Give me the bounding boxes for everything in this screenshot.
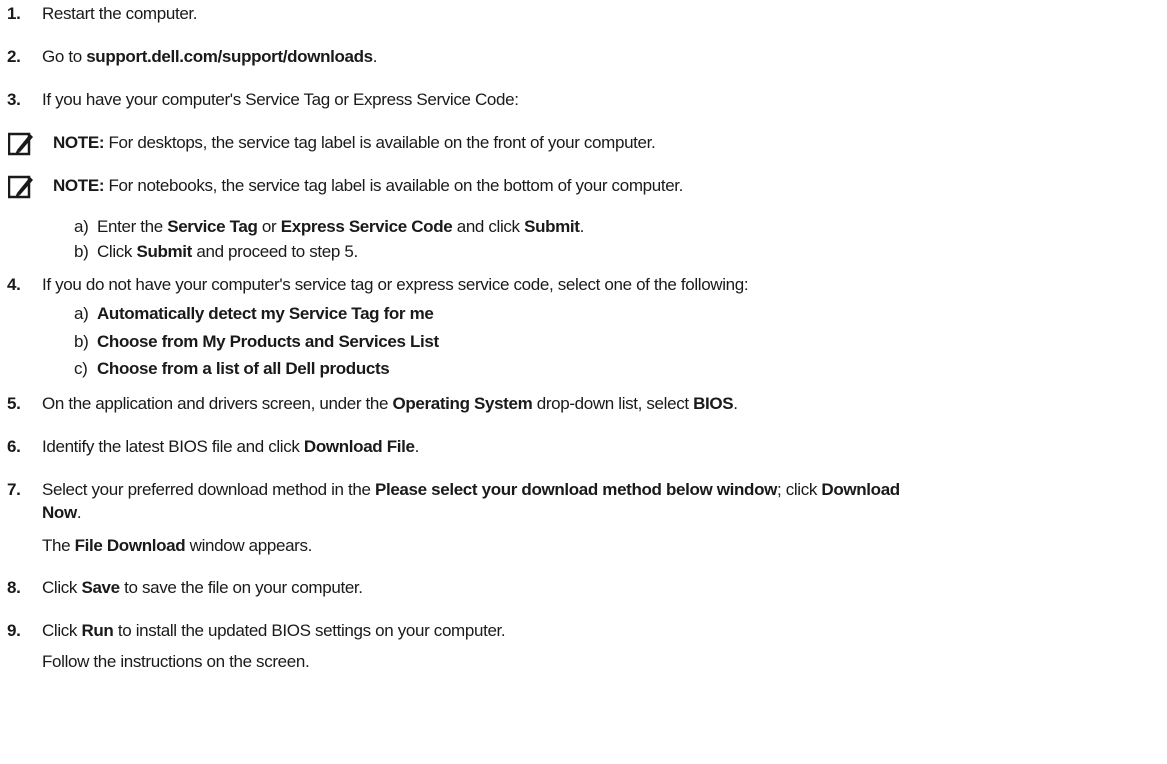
- substep-text: Click Submit and proceed to step 5.: [97, 242, 358, 261]
- step-number: 7.: [7, 480, 21, 499]
- step-text: Select your preferred download method in…: [42, 480, 900, 499]
- step-text: Click Run to install the updated BIOS se…: [42, 621, 506, 640]
- substep-letter: b): [74, 242, 89, 261]
- step-text: If you have your computer's Service Tag …: [42, 90, 519, 109]
- step-number: 9.: [7, 621, 21, 640]
- step-text: Click Save to save the file on your comp…: [42, 578, 363, 597]
- substep-letter: b): [74, 332, 89, 351]
- result-text: Follow the instructions on the screen.: [42, 652, 310, 671]
- note-text: NOTE: For notebooks, the service tag lab…: [53, 176, 684, 195]
- substep-text: Enter the Service Tag or Express Service…: [97, 217, 584, 236]
- step-number: 2.: [7, 47, 21, 66]
- step-number: 3.: [7, 90, 21, 109]
- step-text: Go to support.dell.com/support/downloads…: [42, 47, 378, 66]
- note-text: NOTE: For desktops, the service tag labe…: [53, 133, 656, 152]
- substep-letter: c): [74, 359, 88, 378]
- step-number: 6.: [7, 437, 21, 456]
- step-text: Identify the latest BIOS file and click …: [42, 437, 419, 456]
- step-number: 5.: [7, 394, 21, 413]
- pencil-note-icon: [8, 175, 33, 199]
- step-text: Now.: [42, 503, 82, 522]
- substep-text: Choose from a list of all Dell products: [97, 359, 390, 378]
- support-link[interactable]: support.dell.com/support/downloads: [86, 47, 373, 66]
- substep-letter: a): [74, 217, 89, 236]
- pencil-note-icon: [8, 132, 33, 156]
- substep-letter: a): [74, 304, 89, 323]
- step-number: 1.: [7, 4, 21, 23]
- result-text: The File Download window appears.: [42, 536, 313, 555]
- substep-text: Automatically detect my Service Tag for …: [97, 304, 434, 323]
- step-number: 8.: [7, 578, 21, 597]
- step-text: If you do not have your computer's servi…: [42, 275, 749, 294]
- substep-text: Choose from My Products and Services Lis…: [97, 332, 439, 351]
- step-number: 4.: [7, 275, 21, 294]
- step-text: Restart the computer.: [42, 4, 198, 23]
- step-text: On the application and drivers screen, u…: [42, 394, 738, 413]
